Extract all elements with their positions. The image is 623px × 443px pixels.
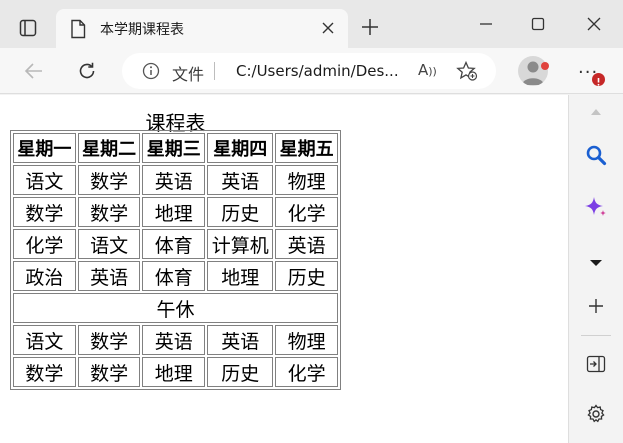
sidebar-scroll-up[interactable]	[583, 99, 609, 125]
tab-strip: 本学期课程表	[0, 0, 623, 49]
plus-icon	[362, 19, 378, 35]
table-cell: 英语	[207, 165, 274, 195]
table-row: 数学 数学 地理 历史 化学	[13, 357, 338, 387]
table-cell: 英语	[207, 325, 274, 355]
window-close-button[interactable]	[578, 12, 610, 36]
edge-sidebar	[568, 95, 623, 443]
table-cell: 体育	[142, 229, 206, 259]
read-aloud-icon: A	[418, 61, 429, 79]
table-cell: 历史	[207, 357, 274, 387]
triangle-up-icon	[591, 109, 601, 115]
maximize-button[interactable]	[522, 12, 554, 36]
sparkle-icon	[585, 197, 606, 216]
table-cell: 数学	[13, 357, 76, 387]
break-row: 午休	[13, 293, 338, 323]
table-cell: 历史	[275, 261, 338, 291]
profile-status-dot	[541, 62, 549, 70]
sidebar-divider	[581, 335, 611, 336]
table-cell: 体育	[142, 261, 206, 291]
new-tab-button[interactable]	[356, 13, 384, 41]
minimize-button[interactable]	[470, 12, 502, 36]
table-cell: 语文	[13, 165, 76, 195]
sidebar-add-button[interactable]	[583, 293, 609, 319]
sidebar-scroll-down[interactable]	[583, 250, 609, 276]
close-icon[interactable]	[320, 20, 336, 36]
table-cell: 数学	[77, 357, 141, 387]
header-cell: 星期一	[13, 133, 76, 163]
tab-actions-button[interactable]	[10, 12, 46, 44]
site-label: 文件	[172, 65, 205, 84]
navigation-bar: 文件 C:/Users/admin/Des... A)) ···	[0, 48, 623, 94]
table-cell: 计算机	[207, 229, 274, 259]
hide-sidebar-icon	[586, 355, 606, 373]
table-cell: 化学	[13, 229, 76, 259]
sidebar-copilot-button[interactable]	[583, 194, 609, 220]
table-cell: 地理	[207, 261, 274, 291]
read-aloud-waves: ))	[428, 65, 437, 78]
break-cell: 午休	[13, 293, 338, 323]
table-row: 语文 数学 英语 英语 物理	[13, 165, 338, 195]
refresh-icon	[79, 62, 95, 79]
table-cell: 英语	[142, 325, 206, 355]
table-cell: 语文	[77, 229, 141, 259]
read-aloud-button[interactable]: A))	[418, 61, 437, 79]
table-cell: 英语	[77, 261, 141, 291]
table-row: 化学 语文 体育 计算机 英语	[13, 229, 338, 259]
table-cell: 政治	[13, 261, 76, 291]
url-text[interactable]: C:/Users/admin/Des...	[236, 62, 399, 80]
table-cell: 数学	[13, 197, 76, 227]
header-row: 星期一 星期二 星期三 星期四 星期五	[13, 133, 338, 163]
table-cell: 地理	[142, 197, 206, 227]
maximize-icon	[531, 17, 545, 31]
page-content: 课程表 星期一 星期二 星期三 星期四 星期五 语文 数学 英语 英语 物理 数…	[0, 95, 568, 443]
table-cell: 英语	[275, 229, 338, 259]
table-cell: 英语	[142, 165, 206, 195]
header-cell: 星期四	[207, 133, 274, 163]
minimize-icon	[480, 23, 492, 25]
address-bar[interactable]: 文件 C:/Users/admin/Des... A))	[122, 53, 496, 89]
table-cell: 数学	[77, 325, 141, 355]
sidebar-hide-button[interactable]	[583, 351, 609, 377]
table-cell: 数学	[77, 197, 141, 227]
triangle-down-icon	[590, 260, 602, 266]
table-cell: 数学	[77, 165, 141, 195]
document-icon	[71, 19, 86, 39]
table-cell: 历史	[207, 197, 274, 227]
profile-icon	[522, 61, 544, 85]
tab-actions-icon	[19, 19, 37, 37]
window-close-icon	[587, 17, 601, 31]
back-button[interactable]	[18, 55, 50, 87]
avatar[interactable]	[518, 56, 548, 86]
table-row: 数学 数学 地理 历史 化学	[13, 197, 338, 227]
sidebar-search-button[interactable]	[583, 142, 609, 168]
active-tab[interactable]: 本学期课程表	[56, 9, 348, 49]
table-row: 政治 英语 体育 地理 历史	[13, 261, 338, 291]
sidebar-settings-button[interactable]	[583, 401, 609, 427]
alert-icon	[597, 78, 600, 86]
tab-title: 本学期课程表	[100, 22, 184, 38]
plus-icon	[589, 299, 603, 313]
add-favorite-icon[interactable]	[456, 61, 478, 81]
table-cell: 物理	[275, 165, 338, 195]
header-cell: 星期三	[142, 133, 206, 163]
table-cell: 语文	[13, 325, 76, 355]
table-cell: 化学	[275, 357, 338, 387]
header-cell: 星期二	[77, 133, 141, 163]
table-cell: 化学	[275, 197, 338, 227]
info-icon[interactable]	[142, 62, 160, 80]
table-row: 语文 数学 英语 英语 物理	[13, 325, 338, 355]
back-arrow-icon	[24, 63, 42, 79]
refresh-button[interactable]	[71, 55, 103, 87]
table-cell: 地理	[142, 357, 206, 387]
notification-badge	[592, 73, 605, 86]
header-cell: 星期五	[275, 133, 338, 163]
schedule-table: 星期一 星期二 星期三 星期四 星期五 语文 数学 英语 英语 物理 数学 数学…	[10, 130, 341, 390]
gear-icon	[587, 404, 605, 423]
address-separator	[214, 62, 215, 80]
search-icon	[586, 145, 607, 166]
table-cell: 物理	[275, 325, 338, 355]
